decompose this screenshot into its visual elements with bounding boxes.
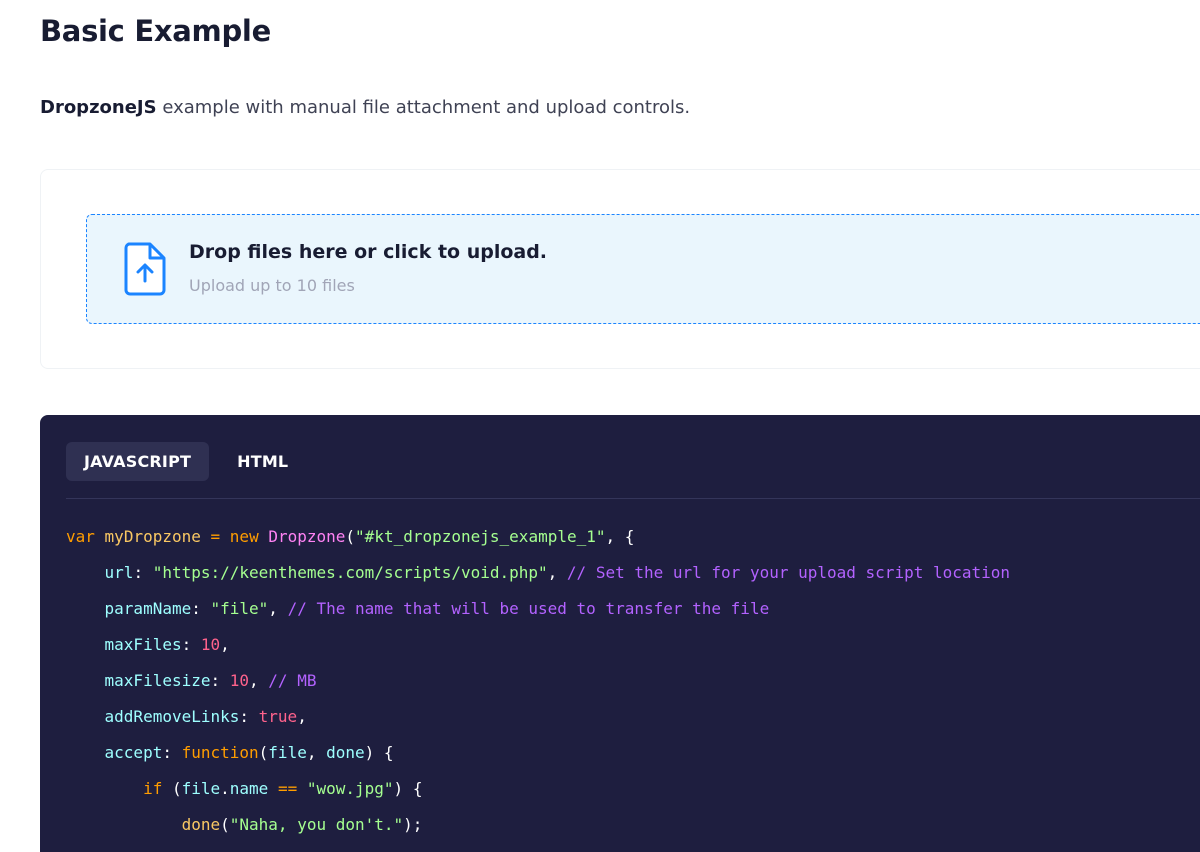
code-listing: var myDropzone = new Dropzone("#kt_dropz… (66, 519, 1010, 843)
page-description: DropzoneJS example with manual file atta… (40, 97, 690, 118)
code-token: , (547, 563, 567, 582)
description-text: example with manual file attachment and … (156, 97, 691, 118)
code-token: "https://keenthemes.com/scripts/void.php… (152, 563, 548, 582)
code-token: "Naha, you don't." (229, 815, 404, 834)
code-token: ( (345, 527, 356, 546)
code-token: , (297, 707, 307, 726)
code-token: maxFiles (104, 635, 182, 654)
code-token: "#kt_dropzonejs_example_1" (355, 527, 606, 546)
code-token: , (268, 599, 288, 618)
code-token: . (220, 779, 230, 798)
code-token: var (66, 527, 95, 546)
file-upload-icon (124, 242, 166, 296)
code-token: file (268, 743, 307, 762)
code-token: accept (104, 743, 163, 762)
code-token: , { (605, 527, 635, 546)
code-token: ); (403, 815, 423, 834)
code-token: maxFilesize (104, 671, 211, 690)
code-token: : (191, 599, 211, 618)
code-token: paramName (104, 599, 192, 618)
code-token: "file" (210, 599, 269, 618)
code-token: // The name that will be used to transfe… (287, 599, 770, 618)
code-token: ) { (393, 779, 423, 798)
code-line: paramName: "file", // The name that will… (66, 591, 1010, 627)
code-token: Dropzone (268, 527, 346, 546)
code-line: if (file.name == "wow.jpg") { (66, 771, 1010, 807)
code-token: myDropzone (104, 527, 201, 546)
tab-javascript[interactable]: JAVASCRIPT (66, 442, 210, 481)
code-token: ( (162, 779, 182, 798)
code-token: done (181, 815, 221, 834)
code-token: 10 (229, 671, 250, 690)
code-line: accept: function(file, done) { (66, 735, 1010, 771)
code-token: file (181, 779, 221, 798)
code-token: , (220, 635, 230, 654)
code-token: function (181, 743, 259, 762)
code-token: = (210, 527, 221, 546)
code-token: if (143, 779, 163, 798)
code-token: : (239, 707, 259, 726)
code-token: == (277, 779, 298, 798)
code-token: 10 (200, 635, 221, 654)
code-line: var myDropzone = new Dropzone("#kt_dropz… (66, 519, 1010, 555)
dropzone-title: Drop files here or click to upload. (189, 241, 548, 263)
code-token: : (210, 671, 230, 690)
dropzone-area[interactable]: Drop files here or click to upload. Uplo… (86, 214, 1200, 324)
code-line: maxFilesize: 10, // MB (66, 663, 1010, 699)
code-token: ( (220, 815, 230, 834)
code-token: "wow.jpg" (306, 779, 394, 798)
code-token: : (181, 635, 201, 654)
code-token: new (229, 527, 259, 546)
code-token: : (133, 563, 153, 582)
code-line: url: "https://keenthemes.com/scripts/voi… (66, 555, 1011, 591)
code-token: , (249, 671, 269, 690)
code-token: url (104, 563, 134, 582)
dropzone-subtitle: Upload up to 10 files (189, 276, 355, 295)
code-line: maxFiles: 10, (66, 627, 1010, 663)
code-token: ) { (364, 743, 394, 762)
code-token: true (258, 707, 298, 726)
code-token: : (162, 743, 182, 762)
code-line: addRemoveLinks: true, (66, 699, 1010, 735)
code-line: done("Naha, you don't."); (66, 807, 1010, 843)
page-title: Basic Example (40, 14, 271, 48)
code-token: addRemoveLinks (104, 707, 240, 726)
example-preview-card: Drop files here or click to upload. Uplo… (40, 169, 1200, 369)
code-tabs: JAVASCRIPT HTML (66, 442, 306, 481)
code-token: ( (258, 743, 269, 762)
code-block: JAVASCRIPT HTML var myDropzone = new Dro… (40, 415, 1200, 852)
code-token: , (306, 743, 327, 762)
tab-html[interactable]: HTML (219, 442, 306, 481)
code-token: // Set the url for your upload script lo… (566, 563, 1011, 582)
code-token: done (326, 743, 365, 762)
tabs-divider (66, 498, 1200, 499)
code-token: name (229, 779, 269, 798)
description-product-name: DropzoneJS (40, 97, 157, 118)
code-token: // MB (268, 671, 317, 690)
